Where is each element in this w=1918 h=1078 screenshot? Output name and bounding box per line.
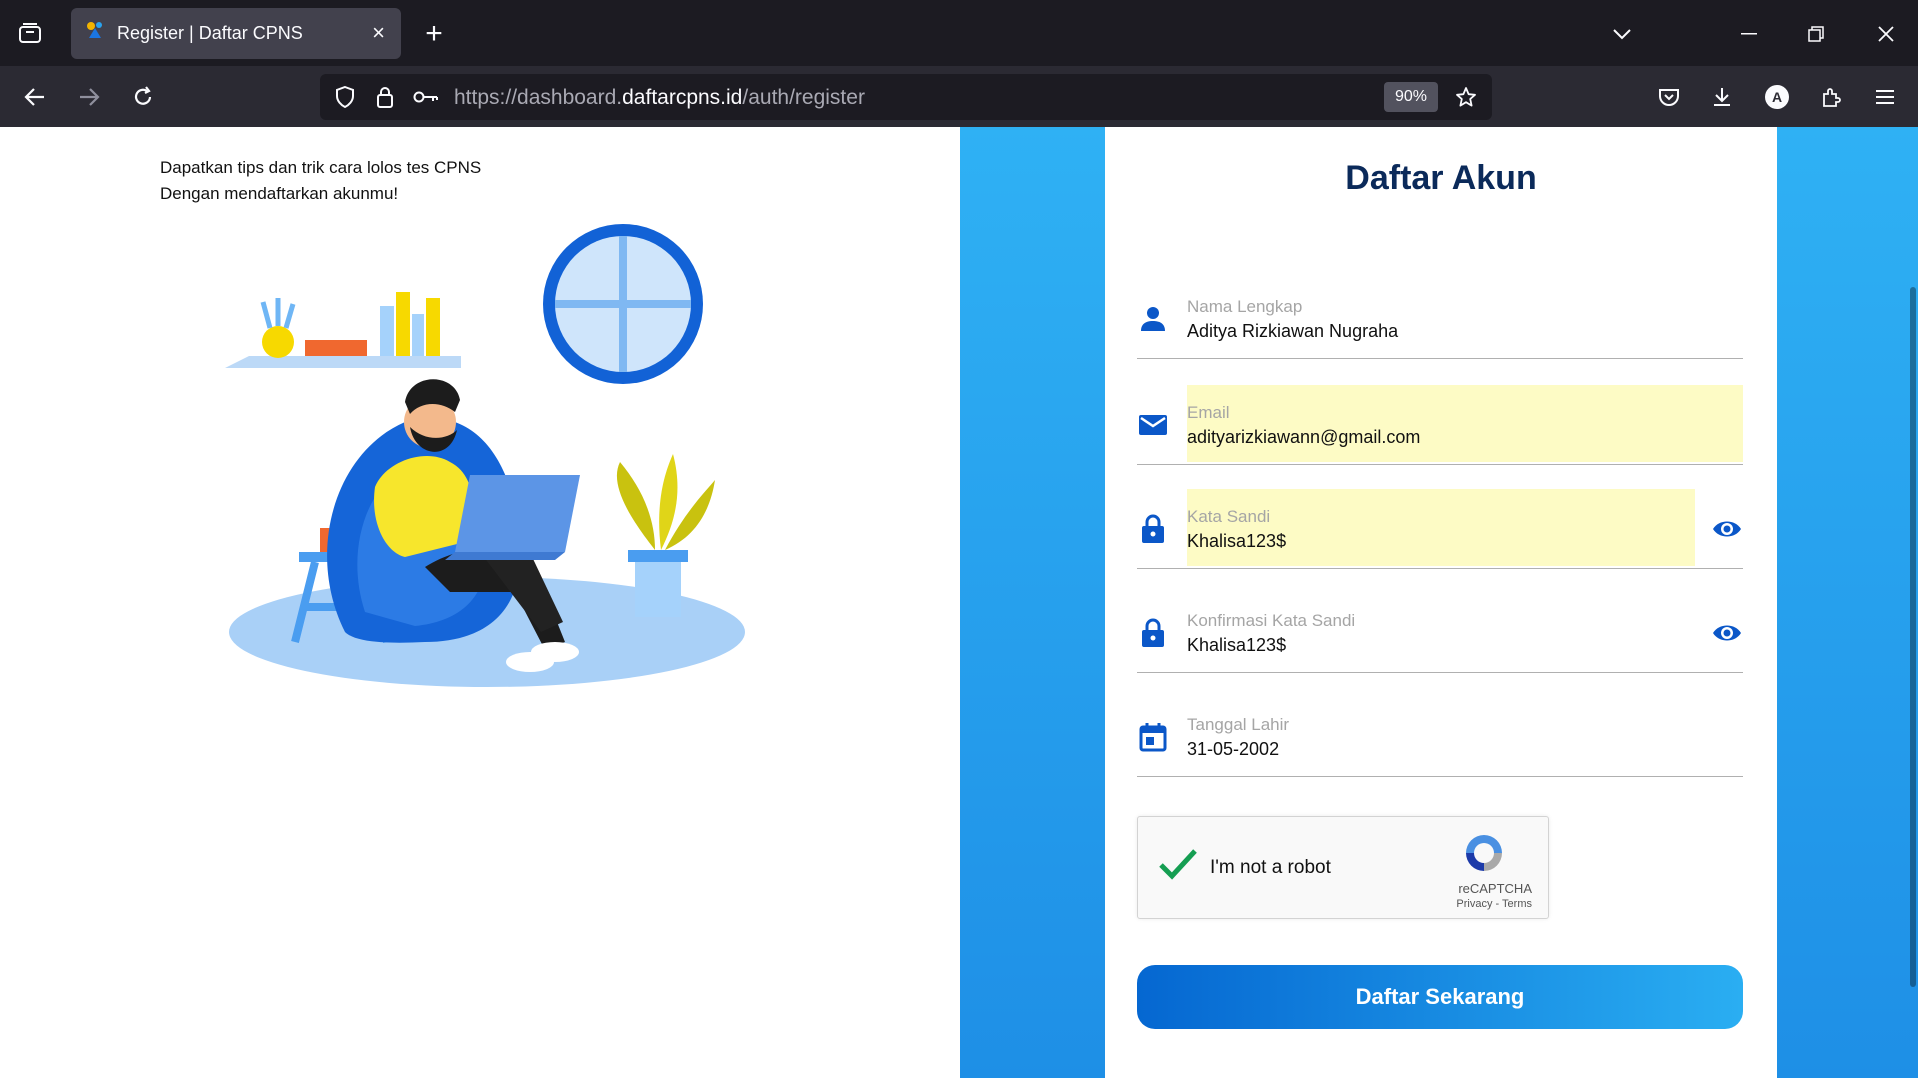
birth-date-field[interactable]: Tanggal Lahir 31-05-2002: [1137, 697, 1743, 777]
tab-list-chevron-icon[interactable]: [1608, 20, 1636, 48]
email-autofill-background: [1187, 385, 1743, 462]
close-window-icon[interactable]: [1872, 20, 1900, 48]
menu-hamburger-icon[interactable]: [1870, 82, 1900, 112]
checkmark-icon[interactable]: [1158, 847, 1198, 881]
extensions-icon[interactable]: [1816, 82, 1846, 112]
promo-text: Dapatkan tips dan trik cara lolos tes CP…: [160, 155, 481, 207]
forward-arrow-icon[interactable]: [74, 82, 104, 112]
recaptcha-label: I'm not a robot: [1210, 857, 1331, 878]
account-avatar[interactable]: A: [1762, 82, 1792, 112]
recaptcha-brand: reCAPTCHA: [1458, 881, 1532, 896]
lock-icon: [1142, 514, 1164, 543]
page-scrollbar[interactable]: [1910, 287, 1916, 987]
active-tab[interactable]: Register | Daftar CPNS ×: [71, 8, 401, 59]
person-laptop-illustration: [225, 224, 745, 687]
restore-icon[interactable]: [1802, 20, 1830, 48]
address-bar[interactable]: https://dashboard.daftarcpns.id/auth/reg…: [320, 74, 1492, 120]
confirm-password-label: Konfirmasi Kata Sandi: [1187, 611, 1356, 630]
tracking-shield-icon[interactable]: [332, 84, 358, 110]
show-confirm-password-eye-icon[interactable]: [1711, 617, 1743, 649]
site-favicon-icon: [85, 20, 105, 47]
person-icon: [1141, 307, 1165, 331]
password-autofill-background: [1187, 489, 1695, 566]
tab-title: Register | Daftar CPNS: [117, 23, 303, 43]
show-password-eye-icon[interactable]: [1711, 513, 1743, 545]
left-panel: Dapatkan tips dan trik cara lolos tes CP…: [0, 127, 960, 1078]
promo-line-2: Dengan mendaftarkan akunmu!: [160, 184, 399, 203]
email-label: Email: [1187, 403, 1230, 422]
envelope-icon: [1139, 415, 1167, 435]
email-field[interactable]: Email adityarizkiawann@gmail.com: [1137, 385, 1743, 465]
password-input[interactable]: Khalisa123$: [1187, 531, 1286, 552]
password-field[interactable]: Kata Sandi Khalisa123$: [1137, 489, 1743, 569]
bookmark-star-icon[interactable]: [1452, 84, 1480, 110]
key-icon[interactable]: [412, 84, 440, 110]
tab-bar: Register | Daftar CPNS × +: [0, 0, 1918, 66]
zoom-level[interactable]: 90%: [1384, 82, 1438, 112]
reload-icon[interactable]: [128, 82, 158, 112]
account-initial: A: [1765, 85, 1789, 109]
register-title: Daftar Akun: [1345, 159, 1537, 197]
confirm-password-input[interactable]: Khalisa123$: [1187, 635, 1286, 656]
back-arrow-icon[interactable]: [20, 82, 50, 112]
full-name-input[interactable]: Aditya Rizkiawan Nugraha: [1187, 321, 1398, 342]
recaptcha-privacy-terms-link[interactable]: Privacy - Terms: [1456, 898, 1532, 910]
minimize-icon[interactable]: [1735, 20, 1763, 48]
email-input[interactable]: adityarizkiawann@gmail.com: [1187, 427, 1420, 448]
tab-close-icon[interactable]: ×: [372, 22, 385, 44]
new-tab-icon[interactable]: +: [420, 17, 448, 50]
register-card: Daftar Akun Nama Lengkap Aditya Rizkiawa…: [1105, 127, 1777, 1078]
password-label: Kata Sandi: [1187, 507, 1271, 526]
register-submit-button[interactable]: Daftar Sekarang: [1137, 965, 1743, 1029]
promo-line-1: Dapatkan tips dan trik cara lolos tes CP…: [160, 158, 482, 177]
full-name-label: Nama Lengkap: [1187, 297, 1303, 316]
tab-overview-icon[interactable]: [12, 18, 48, 48]
lock-icon: [1142, 618, 1164, 647]
full-name-field[interactable]: Nama Lengkap Aditya Rizkiawan Nugraha: [1137, 279, 1743, 359]
confirm-password-field[interactable]: Konfirmasi Kata Sandi Khalisa123$: [1137, 593, 1743, 673]
page-content: Dapatkan tips dan trik cara lolos tes CP…: [0, 127, 1918, 1078]
recaptcha-widget: I'm not a robot reCAPTCHA Privacy - Term…: [1137, 816, 1549, 919]
pocket-icon[interactable]: [1654, 82, 1684, 112]
downloads-icon[interactable]: [1707, 82, 1737, 112]
url-text[interactable]: https://dashboard.daftarcpns.id/auth/reg…: [454, 86, 865, 110]
lock-icon[interactable]: [372, 84, 398, 110]
birth-date-input[interactable]: 31-05-2002: [1187, 739, 1279, 760]
birth-date-label: Tanggal Lahir: [1187, 715, 1290, 734]
recaptcha-logo-icon: [1466, 835, 1502, 871]
calendar-icon: [1139, 723, 1167, 752]
